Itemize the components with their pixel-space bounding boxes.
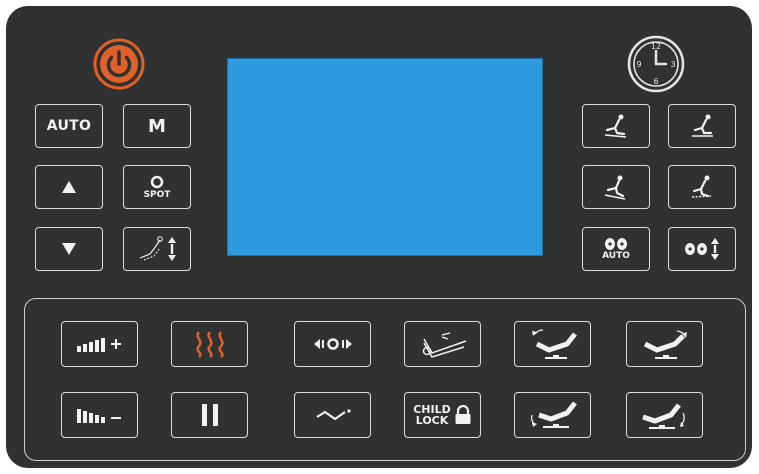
leg-massage-icon <box>422 332 466 358</box>
spot-label: SPOT <box>143 189 171 200</box>
down-button[interactable] <box>35 227 103 271</box>
spot-button[interactable]: SPOT <box>123 165 191 209</box>
chair-position-adjust-icon <box>139 236 176 261</box>
clock-number-6: 6 <box>653 77 658 86</box>
pause-button[interactable] <box>171 392 248 438</box>
triangle-down-icon <box>62 243 76 255</box>
intensity-up-icon <box>76 338 121 352</box>
pause-icon <box>201 404 218 426</box>
massage-program-1-icon <box>604 114 627 138</box>
clock-icon: 12 3 6 9 <box>627 35 685 93</box>
roller-icon <box>604 238 627 250</box>
zero-gravity-icon <box>530 401 577 428</box>
auto-button[interactable]: AUTO <box>35 104 103 148</box>
width-adjust-button[interactable] <box>294 321 371 367</box>
roller-position-button[interactable] <box>668 227 736 271</box>
manual-button[interactable]: M <box>123 104 191 148</box>
child-lock-line2: LOCK <box>415 414 449 427</box>
massage-program-3-icon <box>604 175 626 200</box>
power-icon <box>93 38 145 90</box>
massage-program-4-icon <box>691 175 712 198</box>
lcd-display <box>227 58 543 256</box>
clock-number-3: 3 <box>670 60 675 69</box>
position-adjust-button[interactable] <box>123 227 191 271</box>
triangle-up-icon <box>62 181 76 193</box>
program-4-button[interactable] <box>668 165 736 209</box>
clock-number-9: 9 <box>636 60 641 69</box>
clock-number-12: 12 <box>651 42 661 51</box>
roller-position-icon <box>685 238 719 260</box>
roller-auto-label: AUTO <box>602 251 630 261</box>
heat-button[interactable] <box>171 321 248 367</box>
recline-forward-icon <box>643 330 687 359</box>
spot-icon <box>150 175 164 188</box>
zero-gravity-button[interactable] <box>514 392 591 438</box>
program-2-button[interactable] <box>668 104 736 148</box>
roller-auto-button[interactable]: AUTO <box>582 227 650 271</box>
timer-button[interactable]: 12 3 6 9 <box>626 34 686 94</box>
recline-back-button[interactable] <box>514 321 591 367</box>
intensity-up-button[interactable] <box>61 321 138 367</box>
leg-rest-button[interactable] <box>626 392 703 438</box>
child-lock-button[interactable]: CHILD LOCK <box>404 392 481 438</box>
wave-button[interactable] <box>294 392 371 438</box>
program-1-button[interactable] <box>582 104 650 148</box>
leg-massage-button[interactable] <box>404 321 481 367</box>
massage-program-2-icon <box>692 114 713 137</box>
leg-rest-icon <box>641 403 685 429</box>
intensity-down-button[interactable] <box>61 392 138 438</box>
lock-icon <box>455 405 471 424</box>
recline-back-icon <box>531 329 577 359</box>
heat-icon <box>195 331 224 358</box>
program-3-button[interactable] <box>582 165 650 209</box>
intensity-down-icon <box>76 409 121 423</box>
width-adjust-icon <box>313 338 352 350</box>
power-button[interactable] <box>91 38 147 90</box>
recline-forward-button[interactable] <box>626 321 703 367</box>
wave-icon <box>315 409 351 421</box>
up-button[interactable] <box>35 165 103 209</box>
